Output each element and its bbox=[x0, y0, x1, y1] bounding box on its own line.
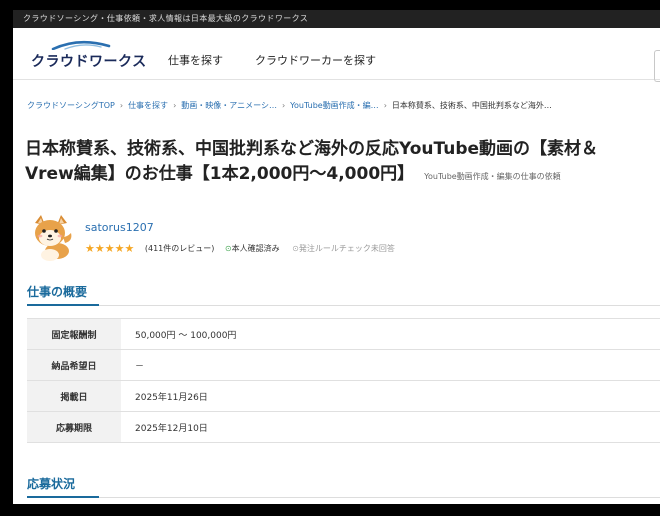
job-title-block: 日本称賛系、技術系、中国批判系など海外の反応YouTube動画の【素材＆Vrew… bbox=[25, 137, 635, 189]
overview-divider bbox=[27, 305, 660, 306]
rule-check-label: 発注ルールチェック未回答 bbox=[298, 244, 395, 253]
verified-badge: ⊙本人確認済み bbox=[225, 244, 280, 253]
breadcrumb-item-youtube[interactable]: YouTube動画作成・編… bbox=[290, 101, 379, 110]
row-value-fixed-fee: 50,000円 〜 100,000円 bbox=[121, 318, 660, 350]
row-label-fixed-fee: 固定報酬制 bbox=[27, 318, 121, 350]
review-count-link[interactable]: (411件のレビュー) bbox=[145, 244, 215, 253]
check-circle-outline-icon: ⊙ bbox=[292, 244, 299, 253]
breadcrumb-separator: › bbox=[383, 101, 387, 110]
overview-accent-bar bbox=[27, 304, 99, 306]
breadcrumb-item-video[interactable]: 動画・映像・アニメーシ… bbox=[181, 101, 277, 110]
nav-find-workers[interactable]: クラウドワーカーを探す bbox=[255, 52, 376, 68]
row-value-delivery-date: － bbox=[121, 349, 660, 381]
applications-divider bbox=[27, 497, 660, 498]
row-value-posted-date: 2025年11月26日 bbox=[121, 380, 660, 412]
tagline-text: クラウドソーシング・仕事依頼・求人情報は日本最大級のクラウドワークス bbox=[23, 14, 309, 23]
site-header: クラウドワークス 仕事を探す クラウドワーカーを探す bbox=[13, 28, 660, 82]
verified-label: 本人確認済み bbox=[231, 244, 280, 253]
nav-find-jobs[interactable]: 仕事を探す bbox=[168, 52, 223, 68]
row-value-deadline: 2025年12月10日 bbox=[121, 411, 660, 443]
breadcrumb: クラウドソーシングTOP › 仕事を探す › 動画・映像・アニメーシ… › YouTube動… bbox=[27, 100, 552, 111]
breadcrumb-separator: › bbox=[281, 101, 286, 110]
table-row: 固定報酬制 50,000円 〜 100,000円 bbox=[27, 318, 660, 350]
table-row: 納品希望日 － bbox=[27, 349, 660, 381]
client-username[interactable]: satorus1207 bbox=[85, 221, 154, 234]
breadcrumb-item-find-jobs[interactable]: 仕事を探す bbox=[128, 101, 168, 110]
applications-accent-bar bbox=[27, 496, 99, 498]
rule-check-badge: ⊙発注ルールチェック未回答 bbox=[292, 244, 395, 253]
top-tagline-bar: クラウドソーシング・仕事依頼・求人情報は日本最大級のクラウドワークス bbox=[13, 10, 660, 28]
row-label-posted-date: 掲載日 bbox=[27, 380, 121, 412]
page-title: 日本称賛系、技術系、中国批判系など海外の反応YouTube動画の【素材＆Vrew… bbox=[25, 137, 635, 189]
avatar[interactable] bbox=[27, 213, 75, 261]
logo-text: クラウドワークス bbox=[31, 54, 147, 70]
row-label-deadline: 応募期限 bbox=[27, 411, 121, 443]
breadcrumb-separator: › bbox=[173, 101, 177, 110]
browser-frame: クラウドソーシング・仕事依頼・求人情報は日本最大級のクラウドワークス クラウドワ… bbox=[13, 10, 660, 504]
client-meta: ★★★★★ (411件のレビュー) ⊙本人確認済み ⊙発注ルールチェック未回答 bbox=[85, 242, 395, 255]
crowdworks-logo[interactable]: クラウドワークス bbox=[31, 40, 146, 70]
job-category-note: YouTube動画作成・編集の仕事の依頼 bbox=[424, 172, 561, 181]
row-label-delivery-date: 納品希望日 bbox=[27, 349, 121, 381]
breadcrumb-separator: › bbox=[119, 101, 124, 110]
logo-swoosh-icon bbox=[51, 40, 111, 50]
rating-stars-icon: ★★★★★ bbox=[85, 242, 135, 255]
overview-table: 固定報酬制 50,000円 〜 100,000円 納品希望日 － 掲載日 202… bbox=[27, 318, 660, 443]
header-search-box-edge[interactable] bbox=[654, 50, 660, 82]
table-row: 応募期限 2025年12月10日 bbox=[27, 411, 660, 443]
check-circle-icon: ⊙ bbox=[224, 244, 232, 253]
breadcrumb-item-top[interactable]: クラウドソーシングTOP bbox=[27, 101, 115, 110]
overview-heading: 仕事の概要 bbox=[27, 285, 88, 299]
table-row: 掲載日 2025年11月26日 bbox=[27, 380, 660, 412]
applications-heading: 応募状況 bbox=[27, 477, 76, 491]
breadcrumb-item-current: 日本称賛系、技術系、中国批判系など海外… bbox=[391, 101, 552, 110]
